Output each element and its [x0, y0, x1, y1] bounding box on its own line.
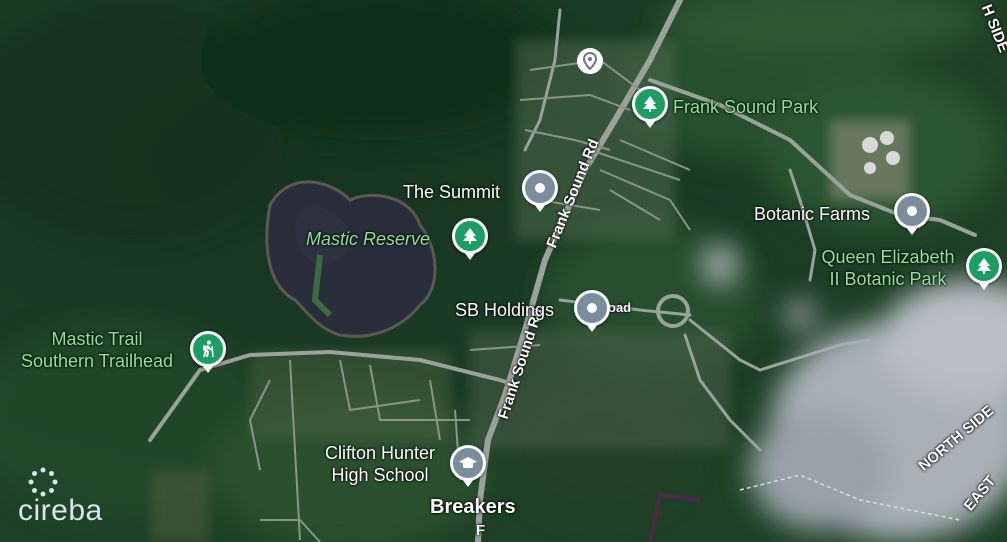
label-queen-elizabeth-botanic-park[interactable]: Queen Elizabeth II Botanic Park: [808, 246, 968, 290]
pin-dot: [907, 206, 917, 216]
location-pin-icon[interactable]: [574, 290, 610, 332]
label-sb-holdings[interactable]: SB Holdings: [455, 299, 554, 321]
location-pin-icon[interactable]: [522, 170, 558, 212]
label-botanic-farms[interactable]: Botanic Farms: [754, 203, 870, 225]
pin-dot: [535, 183, 545, 193]
park-tree-icon[interactable]: [966, 248, 1002, 290]
road-label-frank-edge: F: [476, 522, 486, 539]
label-line: Clifton Hunter: [324, 443, 436, 463]
hiking-icon[interactable]: [190, 331, 226, 373]
label-frank-sound-park[interactable]: Frank Sound Park: [673, 96, 818, 118]
label-line: Queen Elizabeth: [821, 247, 955, 267]
pin-dot: [587, 303, 597, 313]
cireba-logo-text: cireba: [18, 494, 103, 527]
label-mastic-trail-southern-trailhead[interactable]: Mastic Trail Southern Trailhead: [6, 328, 188, 372]
park-tree-icon[interactable]: [632, 86, 668, 128]
cireba-logo: cireba: [18, 467, 103, 528]
location-outline-icon[interactable]: [577, 48, 603, 74]
label-line: High School: [331, 465, 429, 485]
label-clifton-hunter-high-school[interactable]: Clifton Hunter High School: [312, 442, 448, 486]
label-line: II Botanic Park: [829, 269, 947, 289]
cireba-logo-mark: [28, 467, 58, 497]
label-the-summit[interactable]: The Summit: [403, 181, 500, 203]
location-pin-icon[interactable]: [894, 193, 930, 235]
school-icon[interactable]: [450, 445, 486, 487]
label-line: Mastic Trail: [51, 329, 143, 349]
road-label-partial: oad: [608, 300, 632, 315]
label-line: Southern Trailhead: [20, 351, 174, 371]
label-breakers: Breakers: [430, 496, 516, 518]
park-tree-icon[interactable]: [452, 218, 488, 260]
label-mastic-reserve[interactable]: Mastic Reserve: [306, 228, 430, 250]
